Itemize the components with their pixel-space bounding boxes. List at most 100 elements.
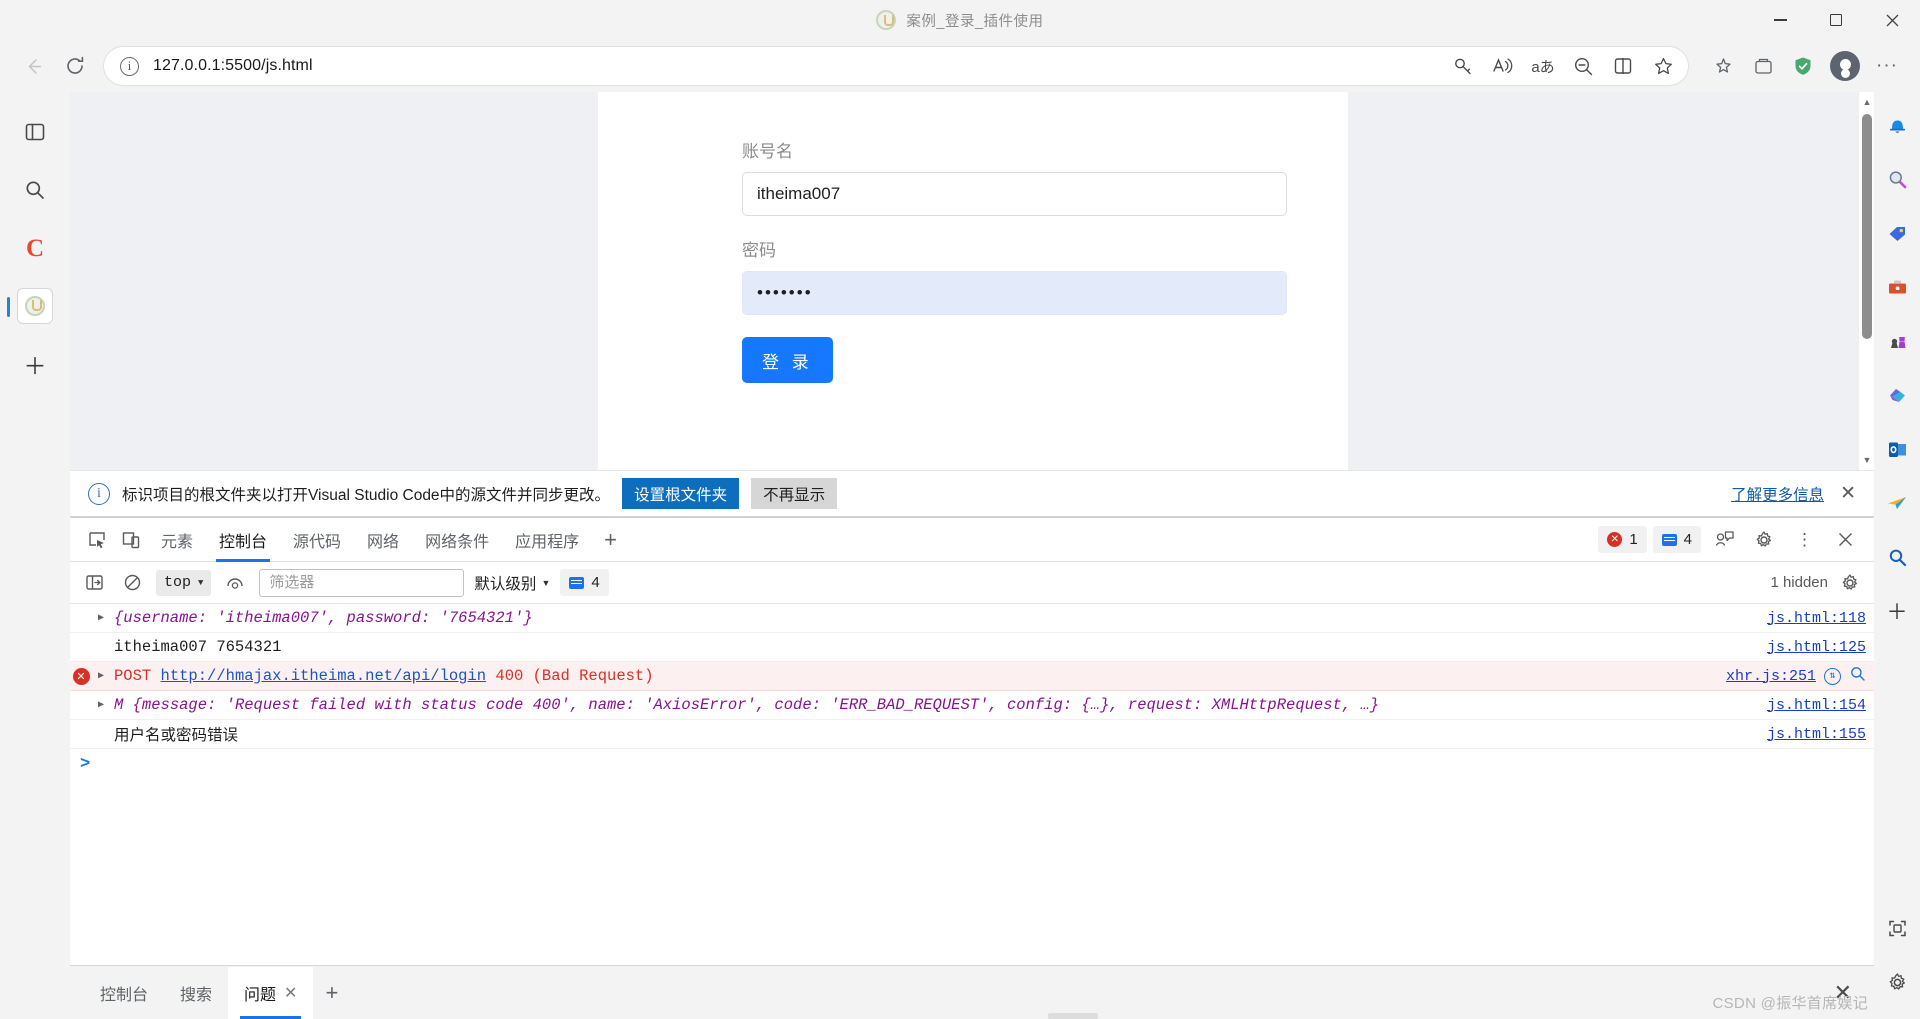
tab-label: 元素: [161, 533, 194, 551]
tab-network-conditions[interactable]: 网络条件: [412, 518, 502, 562]
level-message-badge[interactable]: 4: [560, 569, 609, 596]
drawer-tab-issues[interactable]: 问题 ✕: [228, 966, 314, 1019]
search-magnifier-icon[interactable]: [1881, 164, 1913, 194]
notifications-bell-icon[interactable]: [1881, 110, 1913, 140]
split-pane-icon[interactable]: [17, 114, 53, 150]
bing-search-icon[interactable]: [1881, 542, 1913, 572]
log-row[interactable]: 用户名或密码错误 js.html:155: [70, 720, 1874, 749]
page-scrollbar[interactable]: ▲ ▼: [1858, 92, 1874, 470]
scrollbar-thumb[interactable]: [1862, 114, 1872, 339]
live-expression-icon[interactable]: [221, 570, 249, 596]
drawer-tab-search[interactable]: 搜索: [164, 967, 228, 1019]
games-chess-icon[interactable]: [1881, 326, 1913, 356]
screenshot-icon[interactable]: [1881, 913, 1913, 943]
expand-triangle-icon[interactable]: ▶: [92, 699, 110, 711]
add-tab-icon[interactable]: ＋: [17, 346, 53, 382]
inspect-element-icon[interactable]: [80, 524, 114, 556]
back-arrow-icon[interactable]: [14, 47, 52, 85]
gear-icon[interactable]: [1836, 570, 1864, 596]
url-text[interactable]: 127.0.0.1:5500/js.html: [139, 57, 1444, 75]
zoom-out-icon[interactable]: [1564, 49, 1602, 83]
shopping-tag-icon[interactable]: [1881, 218, 1913, 248]
log-row[interactable]: ▶ M {message: 'Request failed with statu…: [70, 691, 1874, 720]
browser-essentials-icon[interactable]: [1744, 47, 1782, 85]
error-count: 1: [1629, 531, 1638, 548]
devtools-tabbar: 元素 控制台 源代码 网络 网络条件 应用程序 + ✕ 1 4 ⋮: [70, 518, 1874, 562]
error-count-badge[interactable]: ✕ 1: [1598, 526, 1647, 553]
address-bar[interactable]: i 127.0.0.1:5500/js.html aあ: [104, 47, 1688, 85]
briefcase-tools-icon[interactable]: [1881, 272, 1913, 302]
log-message: itheima007 7654321: [114, 638, 282, 656]
sidebar-settings-icon[interactable]: [1881, 967, 1913, 997]
log-row-error[interactable]: ✕ ▶ POST http://hmajax.itheima.net/api/l…: [70, 662, 1874, 691]
site-info-icon[interactable]: i: [120, 56, 139, 76]
console-sidebar-icon[interactable]: [80, 570, 108, 596]
log-source-link[interactable]: js.html:155: [1757, 726, 1866, 743]
devtools-close-icon[interactable]: [1828, 524, 1862, 556]
expand-triangle-icon[interactable]: ▶: [92, 670, 110, 682]
device-toolbar-icon[interactable]: [114, 524, 148, 556]
search-icon[interactable]: [17, 172, 53, 208]
log-source-link[interactable]: js.html:118: [1757, 610, 1866, 627]
profile-avatar[interactable]: [1830, 51, 1860, 81]
tab-elements[interactable]: 元素: [148, 518, 206, 562]
read-aloud-icon[interactable]: [1484, 49, 1522, 83]
log-source-link[interactable]: js.html:154: [1757, 697, 1866, 714]
js-context-selector[interactable]: top ▼: [156, 569, 212, 596]
expand-triangle-icon[interactable]: ▶: [92, 612, 110, 624]
log-source-link[interactable]: js.html:125: [1757, 639, 1866, 656]
collections-icon[interactable]: [1704, 47, 1742, 85]
tab-sources[interactable]: 源代码: [280, 518, 354, 562]
login-submit-button[interactable]: 登 录: [742, 337, 833, 383]
microsoft-365-icon[interactable]: [1881, 380, 1913, 410]
add-favorite-icon[interactable]: [1644, 49, 1682, 83]
gear-icon[interactable]: [1747, 524, 1781, 556]
more-settings-icon[interactable]: ···: [1868, 47, 1906, 85]
filter-bar-right: 1 hidden: [1770, 570, 1864, 596]
tab-network[interactable]: 网络: [354, 518, 412, 562]
console-prompt[interactable]: >: [70, 749, 1874, 779]
password-input[interactable]: [742, 271, 1287, 315]
maximize-button[interactable]: [1808, 0, 1864, 40]
add-panel-icon[interactable]: +: [592, 527, 629, 553]
request-url[interactable]: http://hmajax.itheima.net/api/login: [161, 667, 487, 685]
username-input[interactable]: [742, 172, 1287, 216]
console-filter-input[interactable]: [259, 568, 465, 597]
tab-console[interactable]: 控制台: [206, 518, 280, 562]
telegram-plane-icon[interactable]: [1881, 488, 1913, 518]
learn-more-link[interactable]: 了解更多信息: [1731, 483, 1824, 505]
page-favicon-icon: [876, 10, 897, 30]
tab-application[interactable]: 应用程序: [502, 518, 592, 562]
add-sidebar-app-icon[interactable]: ＋: [1881, 596, 1913, 626]
translate-icon[interactable]: aあ: [1524, 49, 1562, 83]
request-method: POST: [114, 667, 152, 685]
drawer-tab-console[interactable]: 控制台: [84, 967, 164, 1019]
devtools-more-icon[interactable]: ⋮: [1787, 531, 1822, 548]
split-screen-icon[interactable]: [1604, 49, 1642, 83]
log-level-selector[interactable]: 默认级别 ▼: [474, 572, 550, 594]
set-root-folder-button[interactable]: 设置根文件夹: [622, 478, 740, 509]
scroll-up-arrow-icon[interactable]: ▲: [1859, 94, 1874, 110]
drawer-tab-label: 搜索: [180, 986, 213, 1004]
add-drawer-tab-icon[interactable]: +: [313, 980, 350, 1006]
shield-icon[interactable]: [1784, 47, 1822, 85]
minimize-button[interactable]: [1752, 0, 1808, 40]
feedback-icon[interactable]: [1707, 524, 1741, 556]
reload-icon[interactable]: [56, 47, 94, 85]
scroll-down-arrow-icon[interactable]: ▼: [1859, 452, 1874, 468]
search-in-network-icon[interactable]: [1849, 665, 1866, 687]
log-row[interactable]: ▶ {username: 'itheima007', password: '76…: [70, 604, 1874, 633]
close-window-button[interactable]: [1864, 0, 1920, 40]
infobar-close-icon[interactable]: ✕: [1836, 482, 1860, 505]
copilot-c-icon[interactable]: C: [17, 230, 53, 266]
outlook-icon[interactable]: [1881, 434, 1913, 464]
dont-show-again-button[interactable]: 不再显示: [751, 478, 838, 509]
network-request-icon[interactable]: ⇅: [1824, 667, 1841, 685]
log-source-link[interactable]: xhr.js:251: [1716, 668, 1816, 685]
password-key-icon[interactable]: [1444, 49, 1482, 83]
site-tab-icon[interactable]: [7, 288, 53, 324]
message-count-badge[interactable]: 4: [1652, 526, 1701, 553]
log-row[interactable]: itheima007 7654321 js.html:125: [70, 633, 1874, 662]
clear-console-icon[interactable]: [118, 570, 146, 596]
close-tab-icon[interactable]: ✕: [284, 983, 297, 1003]
